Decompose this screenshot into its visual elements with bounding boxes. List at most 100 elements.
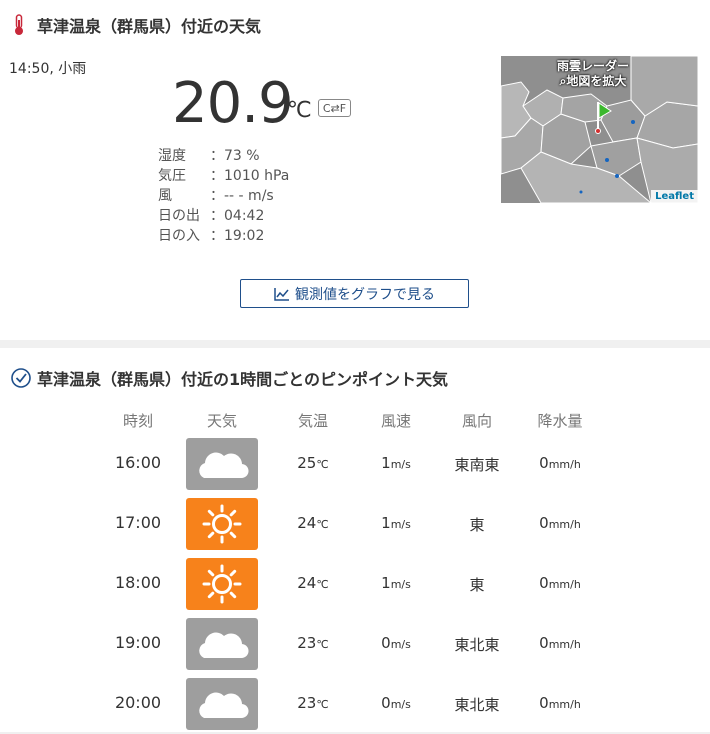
precip-unit: mm/h: [548, 518, 581, 531]
clock-check-icon: [10, 367, 32, 393]
current-weather-title: 草津温泉（群馬県）付近の天気: [37, 17, 262, 36]
wind-value: 0: [381, 634, 391, 652]
detail-value: -- - m/s: [224, 188, 274, 204]
detail-row-humidity: 湿度 ： 73 %: [158, 146, 289, 166]
detail-value: 04:42: [224, 208, 265, 224]
forecast-wind-speed: 1m/s: [368, 514, 424, 532]
forecast-wind-speed: 1m/s: [368, 454, 424, 472]
precip-value: 0: [539, 454, 549, 472]
wind-unit: m/s: [390, 458, 411, 471]
current-weather-card: 草津温泉（群馬県）付近の天気 14:50, 小雨 20.9 ℃ C⇄F 湿度： 7…: [0, 0, 710, 340]
wind-unit: m/s: [390, 698, 411, 711]
precip-value: 0: [539, 574, 549, 592]
col-header-precip: 降水量: [537, 412, 583, 430]
chart-icon: [274, 287, 289, 301]
precip-value: 0: [539, 694, 549, 712]
forecast-temp: 23℃: [288, 694, 338, 712]
cloud-icon: [186, 678, 258, 730]
detail-label: 日の出: [158, 208, 200, 224]
forecast-precip: 0mm/h: [528, 694, 592, 712]
detail-sep: ：: [210, 168, 224, 184]
detail-value: 1010 hPa: [224, 168, 290, 184]
forecast-time: 20:00: [114, 693, 162, 712]
detail-sep: ：: [210, 208, 224, 224]
wind-value: 1: [381, 574, 391, 592]
temp-value: 23: [297, 634, 317, 652]
radar-label-line1: 雨雲レーダー: [557, 59, 630, 73]
detail-label: 湿度: [158, 148, 186, 164]
detail-sep: ：: [210, 148, 224, 164]
precip-unit: mm/h: [548, 578, 581, 591]
unit-toggle-button[interactable]: C⇄F: [318, 99, 351, 117]
precip-value: 0: [539, 514, 549, 532]
precip-unit: mm/h: [548, 698, 581, 711]
temp-unit: ℃: [316, 698, 329, 711]
forecast-time: 17:00: [114, 513, 162, 532]
sun-icon: [186, 498, 258, 550]
forecast-precip: 0mm/h: [528, 454, 592, 472]
hourly-forecast-card: [0, 348, 710, 732]
leaflet-attribution[interactable]: Leaflet: [651, 190, 698, 203]
forecast-wind-dir: 東北東: [454, 696, 500, 714]
precip-unit: mm/h: [548, 638, 581, 651]
temperature-unit: ℃: [287, 98, 312, 123]
forecast-precip: 0mm/h: [528, 634, 592, 652]
observation-time: 14:50, 小雨: [9, 61, 87, 77]
forecast-temp: 25℃: [288, 454, 338, 472]
temp-value: 25: [297, 454, 317, 472]
temp-unit: ℃: [316, 638, 329, 651]
forecast-time: 16:00: [114, 453, 162, 472]
forecast-wind-dir: 東南東: [454, 456, 500, 474]
col-header-wind-dir: 風向: [461, 412, 492, 430]
thermometer-icon: [12, 14, 26, 40]
detail-row-sunrise: 日の出 ： 04:42: [158, 206, 289, 226]
cloud-icon: [186, 618, 258, 670]
forecast-wind-dir: 東: [469, 576, 485, 594]
wind-unit: m/s: [390, 638, 411, 651]
forecast-time: 18:00: [114, 573, 162, 592]
detail-sep: ：: [210, 228, 224, 244]
view-graph-label: 観測値をグラフで見る: [295, 286, 435, 303]
col-header-time: 時刻: [122, 412, 153, 430]
observation-details: 湿度： 73 % 気圧： 1010 hPa 風： -- - m/s 日の出： 04:42…: [158, 146, 289, 246]
temp-unit: ℃: [316, 578, 329, 591]
precip-value: 0: [539, 634, 549, 652]
detail-label: 風: [158, 188, 172, 204]
forecast-temp: 23℃: [288, 634, 338, 652]
detail-sep: ：: [210, 188, 224, 204]
detail-row-pressure: 気圧 ： 1010 hPa: [158, 166, 289, 186]
wind-value: 1: [381, 454, 391, 472]
wind-unit: m/s: [390, 518, 411, 531]
radar-zoom-label: ⌕地図を拡大: [557, 74, 629, 89]
forecast-wind-speed: 1m/s: [368, 574, 424, 592]
radar-label-line2: 地図を拡大: [566, 74, 627, 88]
temp-value: 24: [297, 574, 317, 592]
current-temperature: 20.9: [172, 71, 294, 136]
temp-value: 24: [297, 514, 317, 532]
temp-value: 23: [297, 694, 317, 712]
forecast-precip: 0mm/h: [528, 514, 592, 532]
wind-value: 1: [381, 514, 391, 532]
temp-unit: ℃: [316, 458, 329, 471]
view-graph-button[interactable]: 観測値をグラフで見る: [240, 279, 469, 308]
radar-label[interactable]: 雨雲レーダー ⌕地図を拡大: [557, 59, 629, 89]
rain-radar-map[interactable]: 雨雲レーダー ⌕地図を拡大 Leaflet: [501, 56, 698, 203]
forecast-wind-dir: 東: [469, 516, 485, 534]
forecast-precip: 0mm/h: [528, 574, 592, 592]
forecast-time: 19:00: [114, 633, 162, 652]
forecast-wind-dir: 東北東: [454, 636, 500, 654]
detail-value: 19:02: [224, 228, 265, 244]
detail-label: 日の入: [158, 228, 200, 244]
sun-icon: [186, 558, 258, 610]
forecast-temp: 24℃: [288, 514, 338, 532]
forecast-temp: 24℃: [288, 574, 338, 592]
precip-unit: mm/h: [548, 458, 581, 471]
hourly-forecast-title: 草津温泉（群馬県）付近の1時間ごとのピンポイント天気: [37, 370, 448, 389]
wind-unit: m/s: [390, 578, 411, 591]
forecast-wind-speed: 0m/s: [368, 634, 424, 652]
detail-value: 73 %: [224, 148, 260, 164]
wind-value: 0: [381, 694, 391, 712]
col-header-weather: 天気: [206, 412, 237, 430]
detail-label: 気圧: [158, 168, 186, 184]
forecast-wind-speed: 0m/s: [368, 694, 424, 712]
